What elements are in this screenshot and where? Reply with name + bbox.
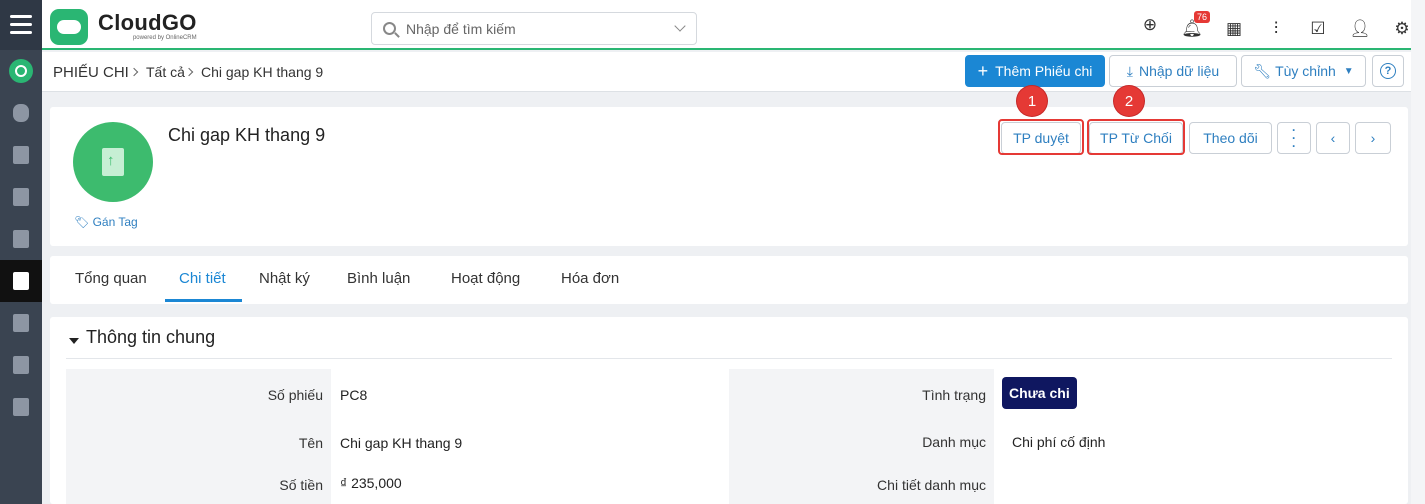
chevron-right-icon: › (1370, 130, 1376, 146)
field-label: Số tiền (279, 477, 323, 493)
calculator-icon (13, 146, 29, 164)
follow-button[interactable]: Theo dõi (1189, 122, 1272, 154)
scrollbar[interactable] (1411, 0, 1425, 504)
cashbox-icon (13, 188, 29, 206)
tab-details[interactable]: Chi tiết (179, 270, 226, 287)
plus-icon: + (977, 60, 989, 81)
money-bag-icon (13, 104, 29, 122)
sidebar-item-book[interactable] (0, 344, 42, 386)
tab-log[interactable]: Nhật ký (259, 270, 310, 287)
breadcrumb-module[interactable]: PHIẾU CHI (53, 64, 129, 81)
dollar-doc-icon (13, 230, 29, 248)
tag-icon: 🏷︎ (74, 215, 90, 229)
customize-button[interactable]: 🔧︎ Tùy chỉnh ▼ (1241, 55, 1366, 87)
record-header: Chi gap KH thang 9 🏷︎ Gán Tag TP duyệt T… (50, 86, 1408, 246)
sidebar-item-calculator[interactable] (0, 134, 42, 176)
vertical-dots-icon: · · · (1292, 123, 1296, 153)
record-tabs: Tổng quan Chi tiết Nhật ký Bình luận Hoạ… (50, 256, 1408, 304)
cloud-logo-icon (50, 9, 88, 45)
field-label: Chi tiết danh mục (877, 477, 986, 493)
chart-icon[interactable]: ⫶ (1264, 17, 1288, 41)
sidebar-item-payment[interactable] (0, 260, 42, 302)
breadcrumb: PHIẾU CHI Tất cả Chi gap KH thang 9 + Th… (42, 52, 1425, 92)
chevron-left-icon: ‹ (1330, 130, 1336, 146)
import-icon: ⤓ (1126, 62, 1133, 79)
tab-activities[interactable]: Hoạt động (451, 270, 520, 287)
search-placeholder: Nhập để tìm kiếm (406, 21, 516, 37)
annotation-badge-1: 1 (1017, 86, 1047, 116)
general-info-section: Thông tin chung Số phiếu PC8 Tên Chi gap… (50, 317, 1408, 504)
edit-doc-icon (13, 314, 29, 332)
section-divider (66, 358, 1392, 359)
highlight-reject (1087, 119, 1185, 155)
chevron-down-icon: ▼ (1343, 65, 1354, 77)
user-icon[interactable]: 👤︎ (1348, 17, 1372, 41)
logo-name: CloudGO (98, 10, 197, 35)
import-data-button[interactable]: ⤓ Nhập dữ liệu (1109, 55, 1237, 87)
customize-label: Tùy chỉnh (1275, 63, 1336, 79)
assign-tag-label: Gán Tag (92, 215, 138, 229)
upload-doc-icon (102, 148, 124, 176)
field-value: Chi phí cố định (1012, 434, 1106, 450)
plus-circle-icon[interactable]: ⊕ (1138, 13, 1162, 37)
book-icon (13, 356, 29, 374)
field-label: Danh mục (922, 434, 986, 450)
menu-icon[interactable] (0, 0, 42, 50)
top-bar: CloudGO powered by OnlineCRM Nhập để tìm… (42, 0, 1425, 50)
search-icon (383, 22, 396, 35)
section-title: Thông tin chung (86, 327, 216, 347)
help-icon: ? (1380, 63, 1396, 79)
breadcrumb-all[interactable]: Tất cả (146, 64, 185, 80)
annotation-badge-2: 2 (1114, 86, 1144, 116)
field-label: Tình trạng (922, 387, 986, 403)
field-value: Chi gap KH thang 9 (340, 435, 463, 451)
search-input[interactable]: Nhập để tìm kiếm (371, 12, 697, 45)
field-label: Tên (298, 435, 323, 451)
logo[interactable]: CloudGO powered by OnlineCRM (50, 9, 197, 45)
field-label: Số phiếu (267, 387, 323, 403)
add-payment-label: Thêm Phiếu chi (995, 63, 1093, 79)
help-button[interactable]: ? (1372, 55, 1404, 87)
more-options-button[interactable]: · · · (1277, 122, 1311, 154)
home-icon (9, 59, 33, 83)
sidebar-item-download[interactable] (0, 386, 42, 428)
next-record-button[interactable]: › (1355, 122, 1391, 154)
sidebar-item-cashbox[interactable] (0, 176, 42, 218)
calendar-icon[interactable]: ▦ (1222, 17, 1246, 41)
sidebar-item-home[interactable] (0, 50, 42, 92)
record-avatar (73, 122, 153, 202)
import-data-label: Nhập dữ liệu (1139, 63, 1220, 79)
assign-tag-link[interactable]: 🏷︎ Gán Tag (74, 215, 138, 229)
sidebar-item-money[interactable] (0, 92, 42, 134)
field-value: ₫ 235,000 (340, 475, 402, 491)
field-value: PC8 (340, 387, 368, 403)
sidebar-item-receipt[interactable] (0, 218, 42, 260)
upload-doc-icon (13, 272, 29, 290)
highlight-approve (998, 119, 1084, 155)
sidebar-item-edit[interactable] (0, 302, 42, 344)
logo-subtitle: powered by OnlineCRM (132, 35, 197, 41)
tab-comments[interactable]: Bình luận (347, 270, 410, 287)
add-payment-button[interactable]: + Thêm Phiếu chi (965, 55, 1105, 87)
record-title: Chi gap KH thang 9 (168, 125, 326, 145)
active-tab-underline (165, 299, 242, 302)
task-check-icon[interactable]: ☑ (1306, 17, 1330, 41)
chevron-right-icon (184, 67, 194, 77)
left-sidebar (0, 0, 42, 504)
download-doc-icon (13, 398, 29, 416)
status-badge: Chưa chi (1002, 377, 1077, 409)
notification-badge: 76 (1194, 11, 1211, 23)
caret-down-icon[interactable] (69, 338, 79, 344)
breadcrumb-current: Chi gap KH thang 9 (201, 64, 324, 80)
previous-record-button[interactable]: ‹ (1316, 122, 1350, 154)
chevron-right-icon (129, 67, 139, 77)
wrench-icon: 🔧︎ (1253, 62, 1272, 79)
chevron-down-icon[interactable] (674, 20, 686, 32)
tab-invoices[interactable]: Hóa đơn (561, 270, 619, 287)
tab-overview[interactable]: Tổng quan (75, 270, 147, 287)
